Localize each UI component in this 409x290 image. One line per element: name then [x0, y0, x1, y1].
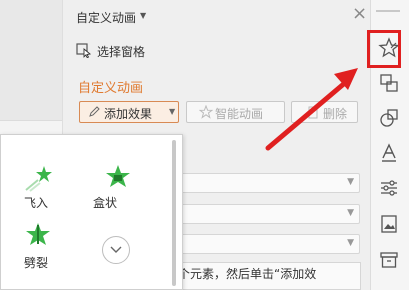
add-effect-label: 添加效果: [104, 107, 153, 121]
start-dropdown[interactable]: ▼: [175, 173, 360, 193]
shapes-icon[interactable]: [378, 107, 400, 129]
smart-animation-label: 智能动画: [215, 107, 264, 121]
panel-title[interactable]: 自定义动画: [76, 9, 136, 26]
star-outline-icon: [199, 105, 213, 119]
highlight-box: [367, 30, 401, 68]
slide-divider: [0, 120, 62, 135]
chevron-down-icon: ▼: [347, 208, 354, 218]
effect-box[interactable]: 盒状: [93, 160, 140, 210]
chevron-down-icon: ▼: [347, 238, 354, 248]
archive-icon[interactable]: [378, 249, 400, 271]
effect-label: 劈裂: [24, 256, 49, 270]
selection-pane-icon[interactable]: [76, 42, 92, 58]
image-icon[interactable]: [378, 213, 400, 235]
delete-button[interactable]: 删除: [291, 101, 358, 123]
property-dropdown[interactable]: ▼: [175, 204, 360, 224]
settings-sliders-icon[interactable]: [378, 177, 400, 199]
effect-label: 飞入: [24, 196, 49, 210]
instruction-text: 个元素，然后单击“添加效: [175, 262, 361, 290]
chevron-down-icon: ▼: [169, 107, 176, 116]
add-effect-button[interactable]: 添加效果 ▼: [79, 101, 179, 123]
chevron-down-icon: [110, 246, 122, 253]
effect-split[interactable]: 劈裂: [20, 220, 60, 270]
more-effects-button[interactable]: [102, 236, 130, 264]
pencil-icon: [89, 106, 100, 117]
star-fly-in-icon: [25, 166, 52, 192]
popup-scrollbar[interactable]: [172, 140, 176, 286]
chevron-down-icon: ▼: [347, 177, 354, 187]
effect-label: 盒状: [93, 196, 118, 210]
section-title: 自定义动画: [78, 81, 144, 96]
smart-animation-button[interactable]: 智能动画: [186, 101, 285, 123]
selection-pane-label[interactable]: 选择窗格: [97, 43, 145, 60]
delete-icon: [308, 106, 318, 119]
star-split-icon: [26, 223, 50, 245]
speed-dropdown[interactable]: ▼: [175, 234, 360, 254]
toolbar-handle: [376, 10, 400, 12]
panel-title-dropdown-icon[interactable]: ▼: [140, 11, 146, 20]
delete-label: 删除: [323, 107, 348, 121]
star-box-icon: [106, 165, 130, 187]
text-style-icon[interactable]: [378, 142, 400, 164]
effect-fly-in[interactable]: 飞入: [20, 160, 60, 210]
close-icon[interactable]: ×: [352, 5, 367, 23]
swap-icon[interactable]: [378, 72, 400, 94]
